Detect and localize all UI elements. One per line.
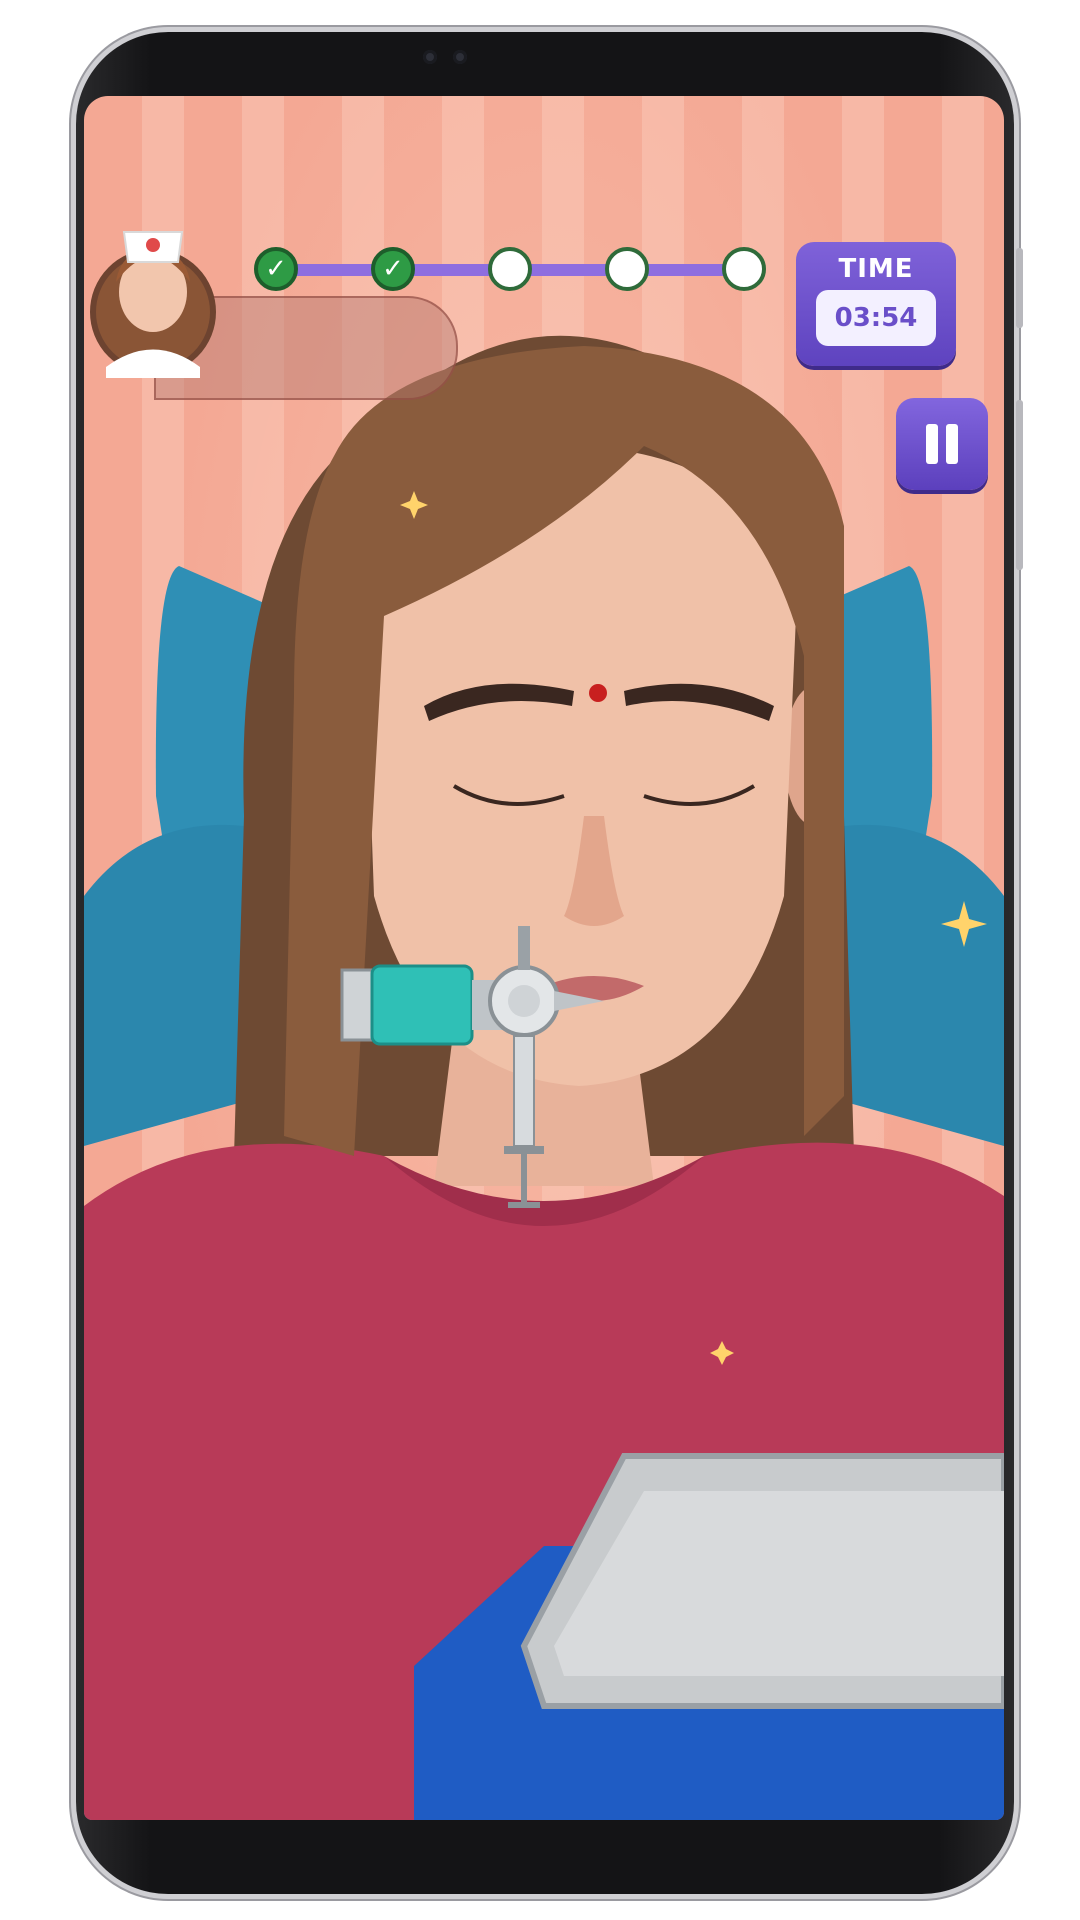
front-camera-icon [423,50,437,64]
check-icon: ✓ [265,254,287,284]
volume-button [1016,248,1023,328]
check-icon: ✓ [382,254,404,284]
sensor-icon [453,50,467,64]
progress-step-1: ✓ [254,247,298,291]
level-progress: ✓ ✓ [254,246,774,296]
progress-step-3 [488,247,532,291]
timer-box: TIME 03:54 [796,242,956,366]
progress-step-5 [722,247,766,291]
progress-step-4 [605,247,649,291]
progress-step-2: ✓ [371,247,415,291]
power-button [1016,400,1023,570]
pause-button[interactable] [896,398,988,490]
game-screen[interactable]: ✓ ✓ TIME 03:54 [84,96,1004,1820]
timer-label: TIME [838,254,914,284]
nurse-avatar [86,192,220,378]
pause-icon [926,424,938,464]
pause-icon [946,424,958,464]
timer-value: 03:54 [816,290,936,346]
